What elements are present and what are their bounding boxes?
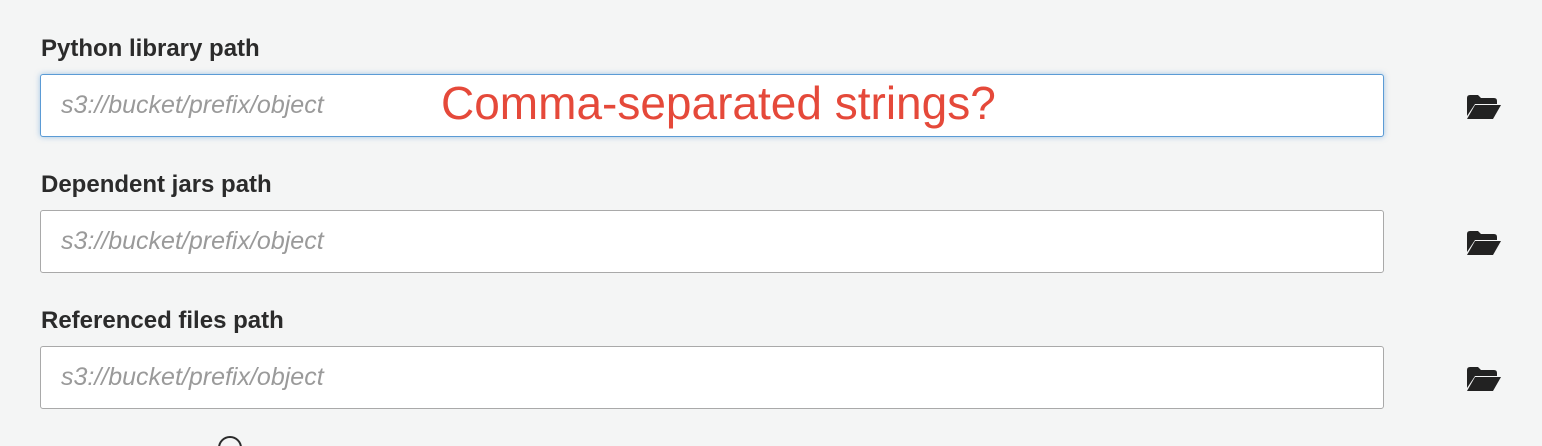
referenced-files-path-label: Referenced files path — [41, 307, 284, 334]
folder-open-icon — [1467, 95, 1501, 119]
python-library-path-input[interactable] — [40, 74, 1384, 137]
dependent-jars-path-browse-button[interactable] — [1466, 229, 1502, 257]
python-library-path-browse-button[interactable] — [1466, 93, 1502, 121]
python-library-path-label: Python library path — [41, 35, 260, 62]
info-icon[interactable] — [218, 436, 242, 446]
dependent-jars-path-input[interactable] — [40, 210, 1384, 273]
referenced-files-path-input[interactable] — [40, 346, 1384, 409]
folder-open-icon — [1467, 231, 1501, 255]
dependent-jars-path-label: Dependent jars path — [41, 171, 272, 198]
referenced-files-path-browse-button[interactable] — [1466, 365, 1502, 393]
folder-open-icon — [1467, 367, 1501, 391]
